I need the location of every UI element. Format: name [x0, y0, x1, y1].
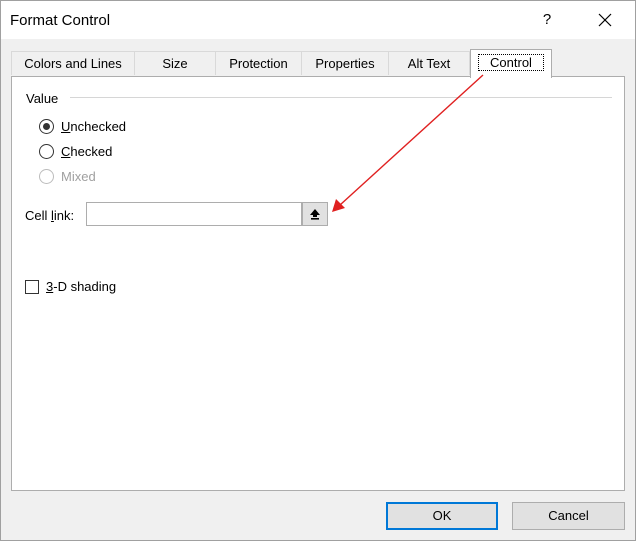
radio-button-selected[interactable]	[39, 118, 54, 134]
tab-size[interactable]: Size	[134, 51, 216, 75]
tab-alt-text[interactable]: Alt Text	[388, 51, 470, 75]
dialog-title: Format Control	[10, 12, 111, 29]
tab-label: Size	[162, 56, 188, 71]
shading-checkbox-row[interactable]: 3-D shading	[25, 279, 116, 294]
tab-protection[interactable]: Protection	[215, 51, 302, 75]
title-bar: Format Control ?	[1, 1, 635, 39]
tab-label: Alt Text	[407, 56, 451, 71]
radio-unchecked[interactable]: Unchecked	[39, 117, 126, 135]
format-control-dialog: Format Control ? Colors and Lines Size P…	[0, 0, 636, 541]
cell-link-input[interactable]	[86, 202, 302, 226]
shading-checkbox[interactable]	[25, 279, 39, 294]
value-group-label: Value	[26, 91, 63, 106]
radio-mixed: Mixed	[39, 167, 96, 185]
help-icon: ?	[542, 11, 552, 28]
close-icon	[598, 13, 612, 27]
radio-checked[interactable]: Checked	[39, 142, 112, 160]
help-button[interactable]: ?	[533, 5, 561, 35]
radio-button[interactable]	[39, 143, 54, 159]
ok-button[interactable]: OK	[386, 502, 498, 530]
tab-label: Colors and Lines	[24, 56, 122, 71]
tab-label: Properties	[315, 56, 375, 71]
tab-label: Protection	[229, 56, 288, 71]
tab-strip: Colors and Lines Size Protection Propert…	[11, 49, 625, 78]
radio-label: Checked	[61, 143, 113, 159]
tab-control[interactable]: Control	[470, 49, 552, 78]
cell-link-label: Cell link:	[25, 208, 75, 223]
radio-label: Unchecked	[61, 118, 127, 134]
tab-label: Control	[478, 54, 544, 71]
radio-button-disabled	[39, 168, 54, 184]
radio-label: Mixed	[61, 168, 96, 184]
shading-label: 3-D shading	[46, 279, 117, 294]
tab-colors-and-lines[interactable]: Colors and Lines	[11, 51, 135, 75]
tab-properties[interactable]: Properties	[301, 51, 389, 75]
group-divider	[70, 97, 612, 98]
close-button[interactable]	[589, 5, 621, 35]
collapse-dialog-button[interactable]	[302, 202, 328, 226]
cancel-button[interactable]: Cancel	[512, 502, 625, 530]
control-tab-panel: Value Unchecked Checked Mixed Cell link:…	[11, 76, 625, 491]
collapse-dialog-icon	[310, 209, 320, 220]
